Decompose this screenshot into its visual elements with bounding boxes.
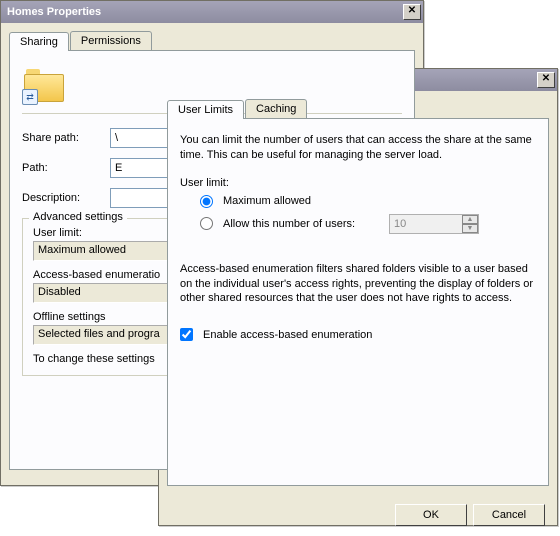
user-limit-heading: User limit: xyxy=(180,177,536,189)
tabstrip-homes: Sharing Permissions xyxy=(9,31,415,50)
titlebar-homes[interactable]: Homes Properties ✕ xyxy=(1,1,423,23)
tab-user-limits[interactable]: User Limits xyxy=(167,100,244,119)
spinner-down-icon: ▼ xyxy=(462,224,478,233)
spinner-value: 10 xyxy=(390,218,462,230)
close-icon[interactable]: ✕ xyxy=(537,72,555,88)
description-label: Description: xyxy=(22,192,110,204)
path-label: Path: xyxy=(22,162,110,174)
group-legend: Advanced settings xyxy=(29,211,127,223)
enable-abe-checkbox[interactable] xyxy=(180,328,193,341)
spinner-up-icon: ▲ xyxy=(462,215,478,224)
radio-allow-label: Allow this number of users: xyxy=(223,218,383,230)
tabstrip-advanced: User Limits Caching xyxy=(167,99,549,118)
tab-sharing[interactable]: Sharing xyxy=(9,32,69,51)
shared-folder-icon: ⇄ xyxy=(24,69,64,103)
user-count-spinner: 10 ▲ ▼ xyxy=(389,214,479,234)
advanced-window: Advanced ✕ User Limits Caching You can l… xyxy=(158,68,558,526)
cancel-button[interactable]: Cancel xyxy=(473,504,545,526)
window-title-homes: Homes Properties xyxy=(7,6,403,18)
enable-abe-label: Enable access-based enumeration xyxy=(203,329,372,341)
radio-max-allowed[interactable] xyxy=(200,195,213,208)
intro-text: You can limit the number of users that c… xyxy=(180,133,536,163)
radio-max-label: Maximum allowed xyxy=(223,195,311,207)
close-icon[interactable]: ✕ xyxy=(403,4,421,20)
dialog-buttons: OK Cancel xyxy=(159,494,557,536)
tab-permissions[interactable]: Permissions xyxy=(70,31,152,50)
tab-caching[interactable]: Caching xyxy=(245,99,307,118)
ok-button[interactable]: OK xyxy=(395,504,467,526)
abe-description: Access-based enumeration filters shared … xyxy=(180,262,536,307)
share-path-label: Share path: xyxy=(22,132,110,144)
user-limits-panel: You can limit the number of users that c… xyxy=(167,118,549,486)
radio-allow-number[interactable] xyxy=(200,217,213,230)
